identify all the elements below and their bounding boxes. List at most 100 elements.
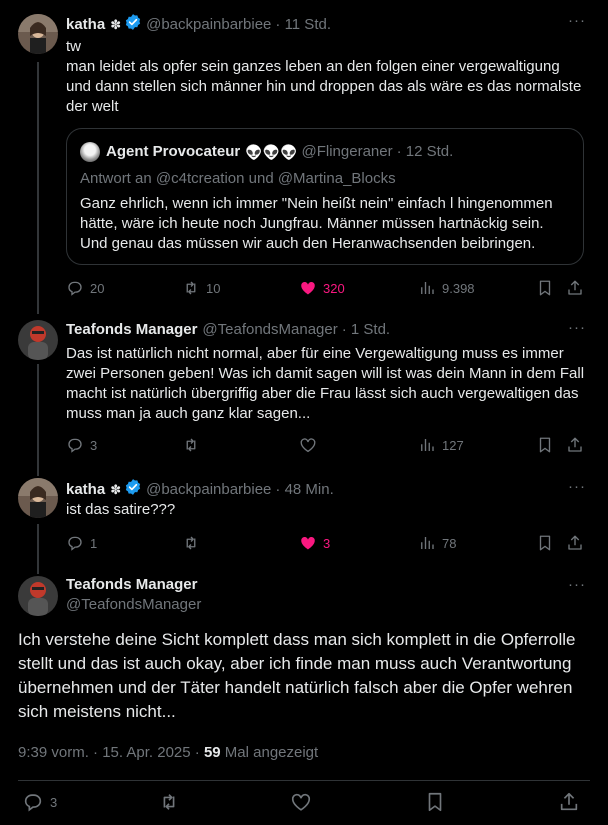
tweet[interactable]: Teafonds Manager @TeafondsManager · 1 St…: [0, 318, 608, 478]
reply-icon: [68, 281, 82, 296]
share-button[interactable]: [566, 435, 584, 455]
views-button[interactable]: 9.398: [418, 278, 475, 298]
main-tweet: Teafonds Manager @TeafondsManager ··· Ic…: [0, 574, 608, 825]
bookmark-icon: [539, 280, 551, 296]
bookmark-icon: [428, 792, 442, 812]
avatar[interactable]: [18, 14, 58, 54]
tweet-meta: 9:39 vorm. · 15. Apr. 2025 · 59 Mal ange…: [18, 743, 318, 763]
repost-count: 10: [206, 280, 221, 296]
like-button[interactable]: 3: [299, 533, 330, 553]
more-options-icon[interactable]: ···: [568, 576, 586, 593]
repost-icon: [186, 536, 196, 550]
author-handle[interactable]: @backpainbarbiee: [146, 15, 271, 35]
views-button[interactable]: 127: [418, 435, 464, 455]
verified-icon: [124, 478, 142, 502]
more-options-icon[interactable]: ···: [568, 12, 586, 29]
bookmark-button[interactable]: [536, 533, 554, 553]
bookmark-button[interactable]: [424, 792, 446, 812]
share-button[interactable]: [558, 792, 580, 812]
views-count: 9.398: [442, 280, 475, 296]
main-tweet-text: Ich verstehe deine Sicht komplett dass m…: [18, 630, 576, 721]
heart-icon: [291, 793, 311, 811]
reply-button[interactable]: 1: [66, 533, 97, 553]
author-handle[interactable]: @backpainbarbiee: [146, 480, 271, 500]
action-bar: 3 127: [66, 435, 586, 455]
like-button[interactable]: [299, 435, 323, 455]
action-bar: 20 10 320 9.398: [66, 278, 586, 298]
tweet[interactable]: katha ✽ @backpainbarbiee · 48 Min. ··· i…: [0, 478, 608, 574]
views-label: Mal angezeigt: [220, 744, 319, 761]
action-bar: 3: [18, 792, 590, 814]
reply-icon: [68, 536, 82, 551]
views-icon: [421, 537, 434, 549]
reply-button[interactable]: 20: [66, 278, 104, 298]
quoted-author-handle: @Flingeraner: [301, 143, 393, 160]
reply-button[interactable]: 3: [22, 792, 57, 812]
views-count: 78: [442, 535, 457, 551]
reply-count: 1: [90, 535, 98, 551]
like-count: 3: [323, 535, 331, 551]
tweet-time[interactable]: · 48 Min.: [275, 480, 333, 500]
avatar[interactable]: [18, 478, 58, 518]
like-button[interactable]: [290, 792, 312, 812]
bookmark-button[interactable]: [536, 435, 554, 455]
tweet[interactable]: katha ✽ @backpainbarbiee · 11 Std. ··· t…: [0, 0, 608, 318]
quoted-time: · 12 Std.: [396, 143, 454, 160]
quoted-reply-context: Antwort an @c4tcreation und @Martina_Blo…: [80, 170, 396, 187]
author-name[interactable]: katha: [66, 15, 105, 35]
heart-icon: [300, 438, 316, 453]
quoted-avatar: [80, 142, 100, 162]
author-name[interactable]: Teafonds Manager: [66, 320, 197, 340]
repost-button[interactable]: [182, 435, 206, 455]
more-options-icon[interactable]: ···: [568, 478, 586, 495]
repost-button[interactable]: [182, 533, 206, 553]
heart-filled-icon: [301, 536, 315, 550]
tweet-text: Das ist natürlich nicht normal, aber für…: [66, 345, 589, 422]
like-count: 320: [323, 280, 345, 296]
avatar[interactable]: [18, 576, 58, 616]
reply-count: 3: [50, 794, 58, 810]
repost-button[interactable]: 10: [182, 278, 220, 298]
author-handle[interactable]: @TeafondsManager: [202, 320, 337, 340]
divider: [18, 780, 590, 781]
verified-icon: [124, 13, 142, 37]
reply-button[interactable]: 3: [66, 435, 97, 455]
timestamp[interactable]: 9:39 vorm. · 15. Apr. 2025 ·: [18, 744, 204, 761]
views-count: 127: [442, 437, 464, 453]
bookmark-button[interactable]: [536, 278, 554, 298]
share-icon: [568, 535, 582, 550]
views-icon: [421, 282, 434, 294]
quoted-author-name: Agent Provocateur: [106, 143, 241, 160]
repost-icon: [186, 438, 196, 452]
tweet-text: tw man leidet als opfer sein ganzes lebe…: [66, 38, 582, 115]
tweet-time[interactable]: · 11 Std.: [275, 15, 331, 35]
views-icon: [421, 439, 434, 451]
bookmark-icon: [539, 535, 551, 551]
author-name[interactable]: Teafonds Manager: [66, 575, 197, 595]
heart-filled-icon: [301, 281, 315, 295]
reply-icon: [24, 794, 42, 812]
like-button[interactable]: 320: [299, 278, 345, 298]
repost-icon: [186, 281, 196, 295]
more-options-icon[interactable]: ···: [568, 319, 586, 336]
bookmark-icon: [539, 437, 551, 453]
quoted-tweet[interactable]: Agent Provocateur 👽👽👽 @Flingeraner · 12 …: [66, 128, 584, 265]
author-name[interactable]: katha: [66, 480, 105, 500]
tweet-text: ist das satire???: [66, 501, 176, 518]
action-bar: 1 3 78: [66, 533, 586, 553]
repost-icon: [163, 794, 175, 810]
flower-emoji: ✽: [110, 482, 122, 497]
reply-icon: [68, 438, 82, 453]
author-handle[interactable]: @TeafondsManager: [66, 595, 201, 615]
views-button[interactable]: 78: [418, 533, 456, 553]
reply-count: 3: [90, 437, 98, 453]
alien-emojis: 👽👽👽: [245, 144, 298, 160]
share-button[interactable]: [566, 533, 584, 553]
repost-button[interactable]: [158, 792, 180, 812]
tweet-time[interactable]: · 1 Std.: [342, 320, 390, 340]
share-icon: [560, 792, 578, 811]
share-icon: [568, 280, 582, 295]
quoted-text: Ganz ehrlich, wenn ich immer "Nein heißt…: [80, 195, 553, 252]
share-button[interactable]: [566, 278, 584, 298]
avatar[interactable]: [18, 320, 58, 360]
